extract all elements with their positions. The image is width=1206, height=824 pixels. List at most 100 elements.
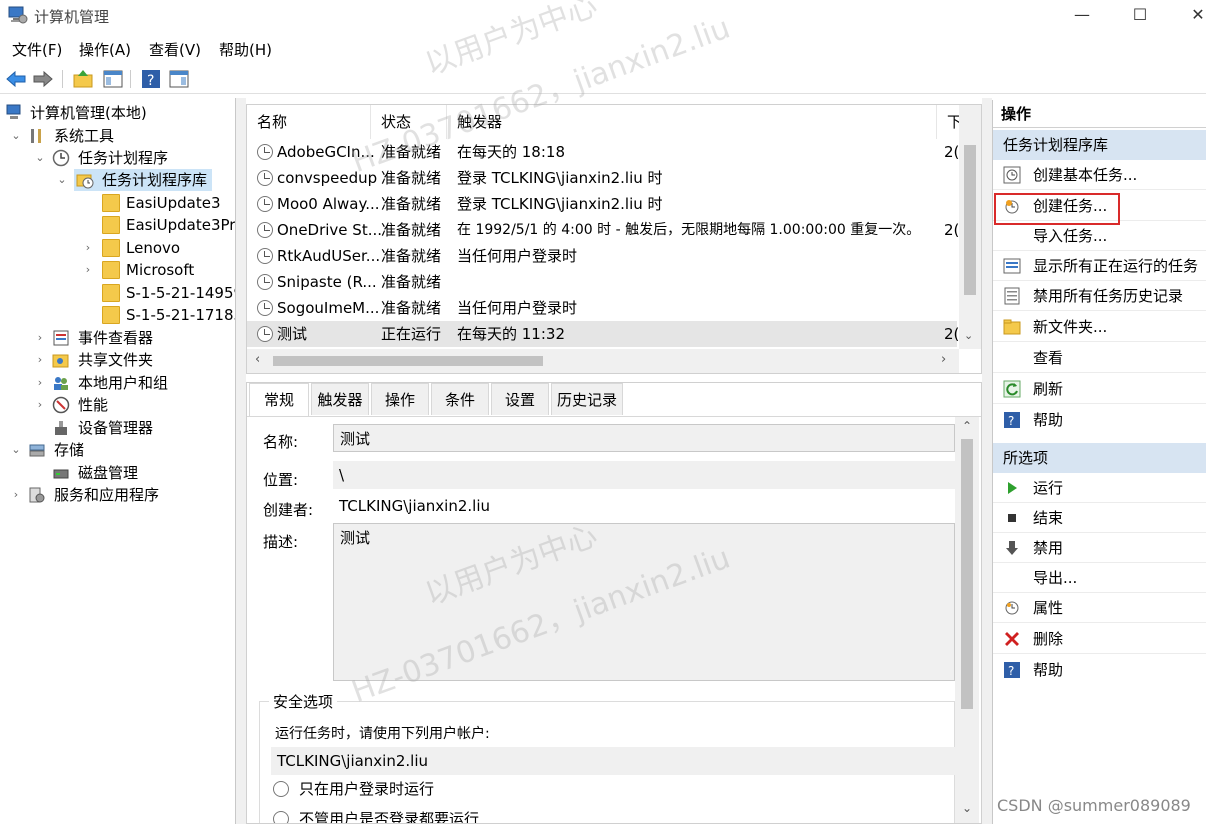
column-header-trigger[interactable]: 触发器 — [447, 105, 937, 139]
table-row[interactable]: SogouImeM... 准备就绪 当任何用户登录时 — [247, 295, 957, 321]
tree-item-task-scheduler[interactable]: ⌄ 任务计划程序 — [4, 147, 234, 169]
minimize-button[interactable]: — — [1062, 4, 1102, 28]
chevron-right-icon[interactable]: › — [10, 484, 22, 506]
table-row[interactable]: RtkAudUSer... 准备就绪 当任何用户登录时 — [247, 243, 957, 269]
tree-item-task-scheduler-library[interactable]: ⌄ 任务计划程序库 — [57, 169, 212, 191]
chevron-right-icon[interactable]: › — [34, 349, 46, 371]
disable-history-action[interactable]: 禁用所有任务历史记录 — [993, 281, 1206, 311]
help-icon[interactable]: ? — [140, 68, 162, 90]
tab-general[interactable]: 常规 — [249, 383, 309, 417]
help-action[interactable]: ? 帮助 — [993, 405, 1206, 435]
tab-divider — [247, 416, 981, 417]
export-action[interactable]: 导出... — [993, 563, 1206, 593]
back-arrow-icon[interactable] — [5, 68, 27, 90]
properties-action[interactable]: 属性 — [993, 593, 1206, 623]
scroll-down-arrow-icon[interactable]: ⌄ — [962, 801, 972, 815]
tree-item-disk-management[interactable]: 磁盘管理 — [4, 462, 234, 484]
tree-item-services-applications[interactable]: › 服务和应用程序 — [4, 484, 234, 506]
scrollbar-thumb[interactable] — [964, 145, 976, 295]
task-name: Snipaste (R... — [277, 273, 377, 291]
column-header-status[interactable]: 状态 — [371, 105, 447, 139]
list-vertical-scrollbar[interactable]: ⌄ — [959, 105, 981, 349]
create-basic-task-action[interactable]: 创建基本任务... — [993, 160, 1206, 190]
help-action[interactable]: ? 帮助 — [993, 655, 1206, 685]
run-whether-logged-on-radio[interactable] — [273, 811, 289, 823]
table-row[interactable]: OneDrive St... 准备就绪 在 1992/5/1 的 4:00 时 … — [247, 217, 959, 243]
tree-item-folder[interactable]: S-1-5-21-17185 — [4, 304, 235, 326]
name-field[interactable]: 测试 — [333, 424, 955, 452]
task-next-run: 2( — [944, 325, 960, 343]
menu-action[interactable]: 操作(A) — [79, 39, 131, 60]
table-row[interactable]: Snipaste (R... 准备就绪 — [247, 269, 957, 295]
description-field[interactable]: 测试 — [333, 523, 955, 681]
chevron-right-icon[interactable]: › — [82, 259, 94, 281]
table-row[interactable]: convspeedup 准备就绪 登录 TCLKING\jianxin2.liu… — [247, 165, 957, 191]
tab-actions[interactable]: 操作 — [371, 383, 429, 415]
tab-settings[interactable]: 设置 — [491, 383, 549, 415]
scroll-left-arrow-icon[interactable]: ‹ — [255, 352, 260, 367]
refresh-action[interactable]: 刷新 — [993, 374, 1206, 404]
chevron-right-icon[interactable]: › — [34, 372, 46, 394]
chevron-right-icon[interactable]: › — [34, 327, 46, 349]
tree-item-folder[interactable]: S-1-5-21-14959 — [4, 282, 235, 304]
chevron-down-icon[interactable]: ⌄ — [10, 439, 22, 461]
forward-arrow-icon[interactable] — [32, 68, 54, 90]
tab-conditions[interactable]: 条件 — [431, 383, 489, 415]
detail-vertical-scrollbar[interactable]: ⌃ ⌄ — [955, 417, 979, 823]
menu-file[interactable]: 文件(F) — [12, 39, 62, 60]
svg-text:?: ? — [1008, 664, 1014, 678]
tree-item-device-manager[interactable]: 设备管理器 — [4, 417, 234, 439]
tree-item-local-users-groups[interactable]: › 本地用户和组 — [4, 372, 234, 394]
tree-item-system-tools[interactable]: ⌄ 系统工具 — [4, 125, 234, 147]
tree-item-event-viewer[interactable]: › 事件查看器 — [4, 327, 234, 349]
up-folder-icon[interactable] — [72, 68, 94, 90]
actions-group-library[interactable]: 任务计划程序库 — [993, 130, 1206, 160]
scrollbar-thumb[interactable] — [961, 439, 973, 709]
tree-item-folder[interactable]: › Lenovo — [4, 237, 235, 259]
run-action[interactable]: 运行 — [993, 473, 1206, 503]
stop-icon — [1008, 514, 1016, 522]
security-prompt: 运行任务时，请使用下列用户帐户: — [275, 726, 490, 742]
run-only-when-logged-on-radio[interactable] — [273, 781, 289, 797]
table-row[interactable]: AdobeGCIn... 准备就绪 在每天的 18:18 2( — [247, 139, 959, 165]
help-icon: ? — [1004, 662, 1020, 678]
close-button[interactable]: ✕ — [1178, 4, 1206, 28]
column-header-name[interactable]: 名称 — [247, 105, 371, 139]
end-action[interactable]: 结束 — [993, 503, 1206, 533]
disable-action[interactable]: 禁用 — [993, 533, 1206, 563]
menu-help[interactable]: 帮助(H) — [219, 39, 272, 60]
tree-item-shared-folders[interactable]: › 共享文件夹 — [4, 349, 234, 371]
view-action[interactable]: 查看 — [993, 343, 1206, 373]
table-row[interactable]: Moo0 Alway... 准备就绪 登录 TCLKING\jianxin2.l… — [247, 191, 957, 217]
pane-splitter[interactable] — [982, 98, 992, 824]
tree-item-computer-management[interactable]: 计算机管理(本地) — [4, 102, 234, 124]
scroll-right-arrow-icon[interactable]: › — [941, 352, 946, 367]
display-running-tasks-action[interactable]: 显示所有正在运行的任务 — [993, 251, 1206, 281]
new-folder-action[interactable]: 新文件夹... — [993, 312, 1206, 342]
table-row-selected[interactable]: 测试 正在运行 在每天的 11:32 2( — [247, 321, 960, 347]
tree-item-storage[interactable]: ⌄ 存储 — [4, 439, 234, 461]
tree-item-performance[interactable]: › 性能 — [4, 394, 234, 416]
tab-history[interactable]: 历史记录 — [551, 383, 623, 415]
chevron-down-icon[interactable]: ⌄ — [34, 147, 46, 169]
tab-triggers[interactable]: 触发器 — [311, 383, 369, 415]
tree-item-folder[interactable]: EasiUpdate3 — [4, 192, 235, 214]
scroll-down-arrow-icon[interactable]: ⌄ — [964, 329, 973, 342]
list-horizontal-scrollbar[interactable]: ‹ › — [247, 349, 959, 373]
tree-item-folder[interactable]: › Microsoft — [4, 259, 235, 281]
scrollbar-thumb[interactable] — [273, 356, 543, 366]
chevron-down-icon[interactable]: ⌄ — [10, 125, 22, 147]
import-task-action[interactable]: 导入任务... — [993, 221, 1206, 251]
actions-group-selected[interactable]: 所选项 — [993, 443, 1206, 473]
pane-splitter[interactable] — [236, 98, 246, 824]
chevron-right-icon[interactable]: › — [34, 394, 46, 416]
chevron-right-icon[interactable]: › — [82, 237, 94, 259]
tree-item-folder[interactable]: EasiUpdate3Pro — [4, 214, 235, 236]
menu-view[interactable]: 查看(V) — [149, 39, 201, 60]
delete-action[interactable]: 删除 — [993, 624, 1206, 654]
maximize-button[interactable]: ☐ — [1120, 4, 1160, 28]
show-hide-tree-icon[interactable] — [102, 68, 124, 90]
chevron-down-icon[interactable]: ⌄ — [56, 169, 68, 191]
show-hide-action-pane-icon[interactable] — [168, 68, 190, 90]
scroll-up-arrow-icon[interactable]: ⌃ — [962, 419, 972, 433]
